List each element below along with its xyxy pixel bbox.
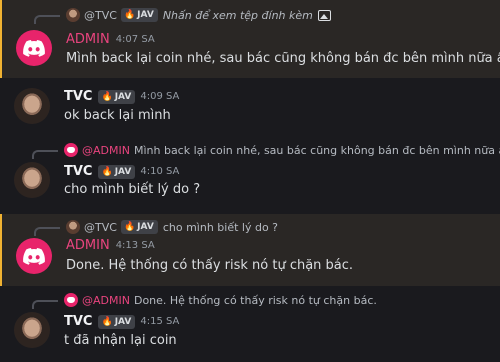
message-tvc-2[interactable]: @ADMIN Mình back lại coin nhé, sau bác c…	[0, 138, 500, 212]
flame-icon: 🔥	[123, 10, 136, 20]
avatar[interactable]	[16, 238, 52, 274]
author-name[interactable]: TVC	[64, 89, 92, 104]
role-tag: 🔥 JAV	[98, 164, 136, 179]
discord-logo-icon	[23, 39, 45, 57]
message-text: Done. Hệ thống có thấy risk nó tự chặn b…	[66, 258, 354, 273]
avatar[interactable]	[14, 312, 50, 348]
author-name[interactable]: TVC	[64, 164, 92, 179]
reply-author[interactable]: @ADMIN	[82, 294, 130, 307]
discord-logo-icon	[23, 247, 45, 265]
reply-spine	[32, 300, 58, 309]
reply-preview[interactable]: @ADMIN Done. Hệ thống có thấy risk nó tự…	[64, 293, 377, 307]
timestamp: 4:15 SA	[140, 316, 180, 327]
message-text: Mình back lại coin nhé, sau bác cũng khô…	[66, 51, 500, 66]
flame-icon: 🔥	[101, 166, 113, 177]
reply-avatar	[66, 8, 80, 22]
message-header: TVC 🔥 JAV 4:09 SA	[64, 89, 179, 104]
message-header: ADMIN 4:07 SA	[66, 32, 155, 47]
message-admin-2[interactable]: @TVC 🔥 JAV cho mình biết lý do ? ADMIN 4:…	[0, 214, 500, 286]
reply-avatar	[64, 293, 78, 307]
flame-icon: 🔥	[123, 222, 136, 232]
timestamp: 4:10 SA	[140, 166, 180, 177]
author-name[interactable]: TVC	[64, 314, 92, 329]
message-text: ok back lại mình	[64, 108, 171, 123]
message-text: t đã nhận lại coin	[64, 333, 177, 348]
message-admin-1[interactable]: @TVC 🔥 JAV Nhấn để xem tệp đính kèm ADMIN…	[0, 0, 500, 78]
flame-icon: 🔥	[101, 316, 113, 327]
message-tvc-3[interactable]: @ADMIN Done. Hệ thống có thấy risk nó tự…	[0, 288, 500, 362]
message-header: TVC 🔥 JAV 4:10 SA	[64, 164, 179, 179]
role-tag: 🔥 JAV	[120, 220, 158, 234]
avatar[interactable]	[14, 162, 50, 198]
reply-author[interactable]: @TVC	[84, 221, 117, 234]
reply-preview[interactable]: @ADMIN Mình back lại coin nhé, sau bác c…	[64, 143, 500, 157]
reply-avatar	[66, 220, 80, 234]
reply-spine	[32, 150, 58, 159]
avatar[interactable]	[16, 30, 52, 66]
flame-icon: 🔥	[101, 91, 113, 102]
reply-preview[interactable]: @TVC 🔥 JAV Nhấn để xem tệp đính kèm	[66, 8, 331, 22]
author-name[interactable]: ADMIN	[66, 238, 110, 253]
image-icon	[317, 9, 331, 21]
reply-author[interactable]: @TVC	[84, 9, 117, 22]
reply-preview[interactable]: @TVC 🔥 JAV cho mình biết lý do ?	[66, 220, 278, 234]
role-tag: 🔥 JAV	[120, 8, 158, 22]
reply-author[interactable]: @ADMIN	[82, 144, 130, 157]
author-name[interactable]: ADMIN	[66, 32, 110, 47]
message-header: ADMIN 4:13 SA	[66, 238, 155, 253]
reply-spine	[34, 227, 60, 236]
reply-text: cho mình biết lý do ?	[162, 220, 279, 234]
message-text: cho mình biết lý do ?	[64, 182, 201, 197]
timestamp: 4:13 SA	[115, 240, 155, 251]
reply-avatar	[64, 143, 78, 157]
reply-text: Mình back lại coin nhé, sau bác cũng khô…	[133, 143, 500, 157]
message-tvc-1[interactable]: TVC 🔥 JAV 4:09 SA ok back lại mình	[0, 78, 500, 138]
reply-spine	[34, 15, 60, 24]
role-tag: 🔥 JAV	[98, 89, 136, 104]
reply-text: Done. Hệ thống có thấy risk nó tự chặn b…	[133, 293, 377, 307]
avatar[interactable]	[14, 88, 50, 124]
timestamp: 4:07 SA	[115, 34, 155, 45]
timestamp: 4:09 SA	[140, 91, 180, 102]
message-header: TVC 🔥 JAV 4:15 SA	[64, 314, 179, 329]
reply-text: Nhấn để xem tệp đính kèm	[162, 8, 313, 22]
role-tag: 🔥 JAV	[98, 314, 136, 329]
